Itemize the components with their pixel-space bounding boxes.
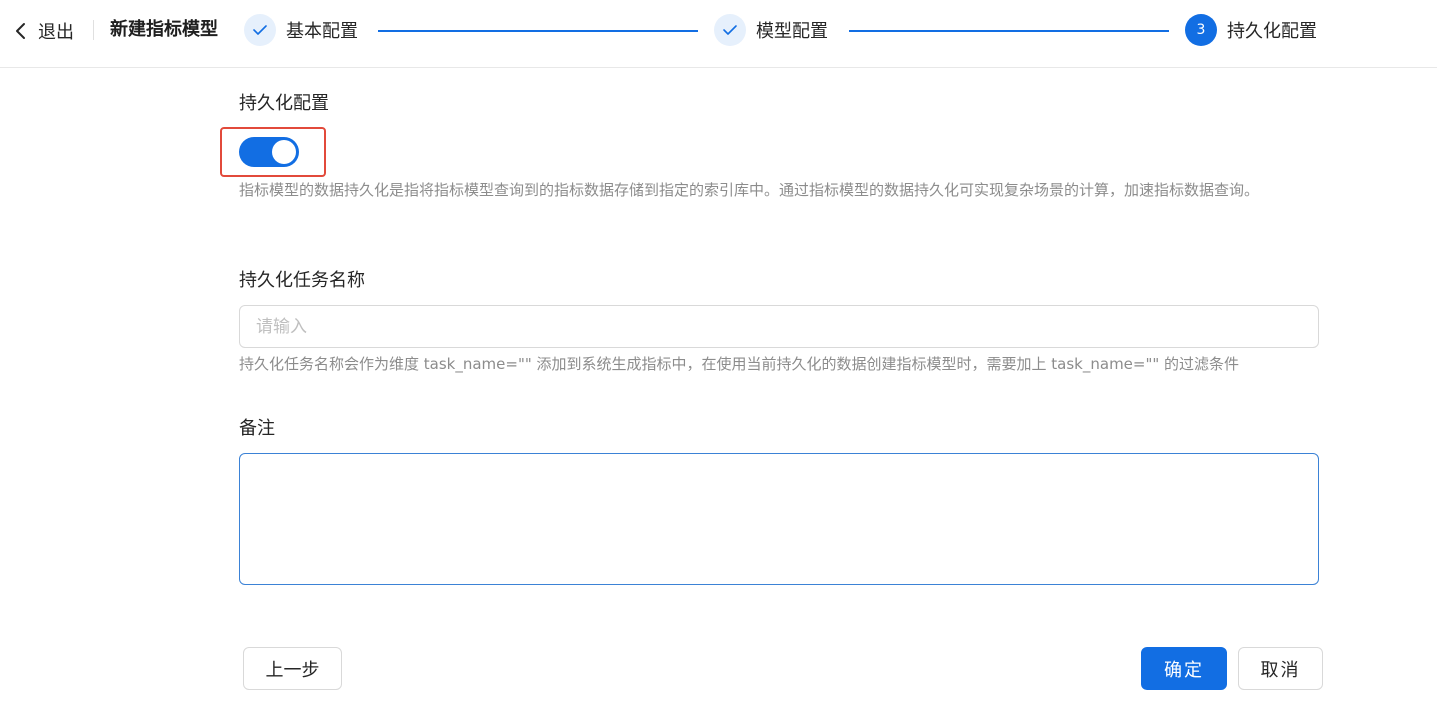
step-2-indicator xyxy=(714,14,746,46)
step-model-config[interactable]: 模型配置 xyxy=(714,14,828,46)
check-icon xyxy=(253,25,267,35)
top-bar: 退出 新建指标模型 基本配置 模型配置 3 持久化配置 xyxy=(0,0,1437,68)
previous-step-button[interactable]: 上一步 xyxy=(243,647,342,690)
cancel-button[interactable]: 取消 xyxy=(1238,647,1323,690)
task-name-input[interactable] xyxy=(239,305,1319,348)
page-title: 新建指标模型 xyxy=(110,19,218,40)
confirm-button[interactable]: 确定 xyxy=(1141,647,1227,690)
step-2-label: 模型配置 xyxy=(756,21,828,42)
exit-label: 退出 xyxy=(38,22,74,43)
toggle-knob xyxy=(272,140,296,164)
remark-label: 备注 xyxy=(239,418,275,439)
step-basic-config[interactable]: 基本配置 xyxy=(244,14,358,46)
persist-toggle[interactable] xyxy=(239,137,299,167)
step-connector-2 xyxy=(849,30,1169,32)
persist-help-text: 指标模型的数据持久化是指将指标模型查询到的指标数据存储到指定的索引库中。通过指标… xyxy=(239,181,1260,199)
chevron-left-icon xyxy=(16,23,25,39)
step-1-label: 基本配置 xyxy=(286,21,358,42)
step-1-indicator xyxy=(244,14,276,46)
exit-button[interactable]: 退出 xyxy=(14,18,74,44)
remark-textarea[interactable] xyxy=(239,453,1319,585)
persist-label: 持久化配置 xyxy=(239,93,329,114)
header-divider xyxy=(93,20,94,40)
check-icon xyxy=(723,25,737,35)
step-persist-config[interactable]: 3 持久化配置 xyxy=(1185,14,1317,46)
step-connector-1 xyxy=(378,30,698,32)
step-3-label: 持久化配置 xyxy=(1227,21,1317,42)
step-3-indicator: 3 xyxy=(1185,14,1217,46)
task-name-help-text: 持久化任务名称会作为维度 task_name="" 添加到系统生成指标中，在使用… xyxy=(239,355,1240,373)
toggle-highlight-box xyxy=(220,127,326,177)
task-name-label: 持久化任务名称 xyxy=(239,270,365,291)
